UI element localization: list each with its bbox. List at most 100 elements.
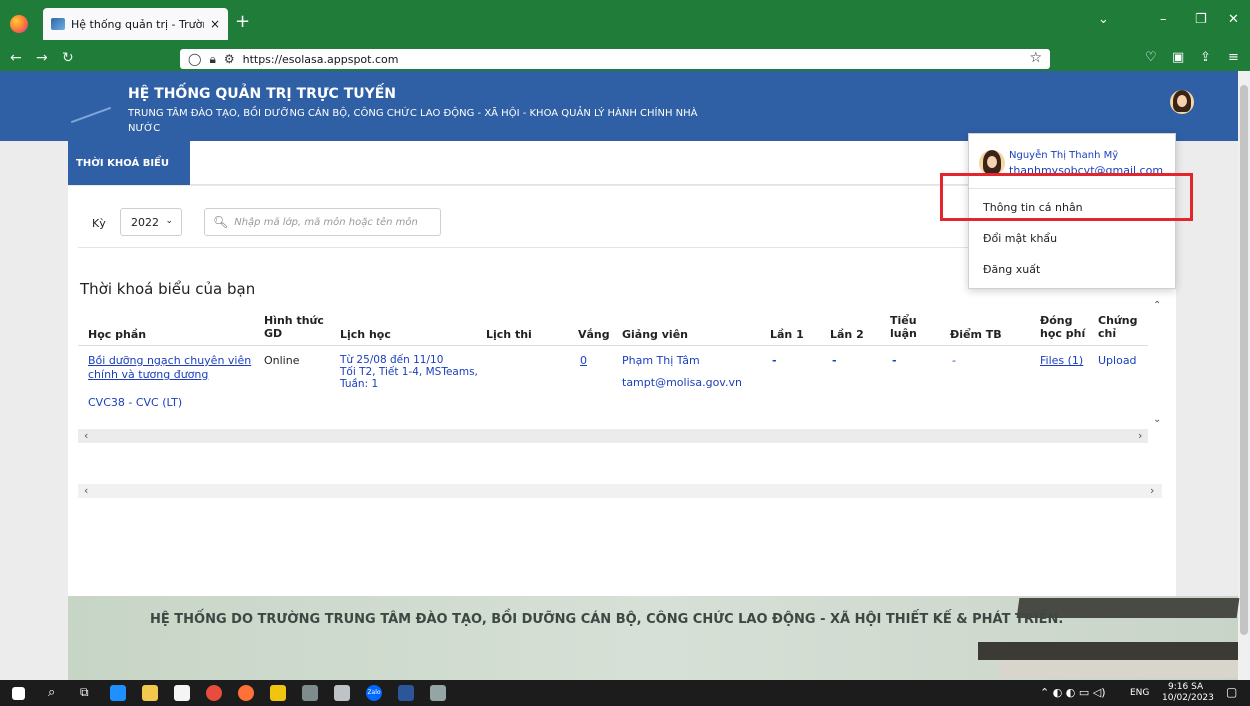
scroll-right-icon[interactable]: › bbox=[1150, 484, 1154, 497]
page-margin-left bbox=[0, 71, 68, 680]
paint-icon[interactable] bbox=[270, 685, 286, 701]
close-window-button[interactable]: ✕ bbox=[1228, 12, 1239, 27]
cell-lan1: - bbox=[772, 354, 777, 367]
notification-icon[interactable]: ▢ bbox=[1226, 685, 1237, 699]
tab-close-icon[interactable]: × bbox=[210, 17, 220, 31]
menu-item-change-password[interactable]: Đổi mật khẩu bbox=[983, 232, 1057, 245]
site-favicon-icon bbox=[51, 18, 65, 30]
task-view-icon[interactable]: ⧉ bbox=[80, 685, 89, 700]
back-icon[interactable]: ← bbox=[10, 50, 22, 66]
page-horizontal-scrollbar[interactable]: ‹ › bbox=[78, 484, 1162, 498]
extension-icon[interactable]: ▣ bbox=[1172, 50, 1184, 65]
th-lich-thi: Lịch thi bbox=[486, 328, 532, 341]
th-hinh-thuc-line1: Hình thức bbox=[264, 314, 324, 327]
shield-icon[interactable]: ◯ bbox=[188, 52, 201, 66]
th-hinh-thuc: Hình thức GD bbox=[264, 314, 324, 340]
language-indicator[interactable]: ENG bbox=[1130, 688, 1149, 698]
file-explorer-icon[interactable] bbox=[142, 685, 158, 701]
th-lan2: Lần 2 bbox=[830, 328, 864, 341]
new-tab-button[interactable]: + bbox=[235, 11, 250, 32]
search-placeholder: Nhập mã lớp, mã môn hoặc tên môn bbox=[234, 216, 418, 228]
th-chung-chi-line2: chỉ bbox=[1098, 327, 1117, 340]
browser-tab[interactable]: Hệ thống quản trị - Trường Đào × bbox=[43, 8, 228, 40]
scroll-down-icon[interactable]: ⌄ bbox=[1153, 414, 1161, 425]
word-icon[interactable] bbox=[398, 685, 414, 701]
search-icon[interactable]: ⌕ bbox=[48, 685, 55, 700]
books-image bbox=[948, 598, 1240, 678]
th-hoc-phan: Học phần bbox=[88, 328, 147, 341]
menu-icon[interactable]: ≡ bbox=[1228, 50, 1239, 65]
course-name-line2[interactable]: chính và tương đương bbox=[88, 368, 251, 382]
table-horizontal-scrollbar[interactable]: ‹ › bbox=[78, 429, 1148, 443]
th-dong-hoc-phi: Đóng học phí bbox=[1040, 314, 1085, 340]
ky-value: 2022 bbox=[131, 215, 159, 229]
reload-icon[interactable]: ↻ bbox=[62, 50, 74, 66]
minimize-button[interactable]: – bbox=[1160, 12, 1167, 27]
firefox-taskbar-icon[interactable] bbox=[238, 685, 254, 701]
paint-brush-icon[interactable] bbox=[430, 685, 446, 701]
cell-tieu-luan: - bbox=[892, 354, 897, 367]
files-link[interactable]: Files (1) bbox=[1040, 354, 1083, 368]
url-bar[interactable]: ◯ 🔒︎ ⚙ https://esolasa.appspot.com ☆ bbox=[180, 49, 1050, 69]
th-tieu-luan-line1: Tiểu bbox=[890, 314, 917, 327]
calculator-icon[interactable] bbox=[302, 685, 318, 701]
course-name-link[interactable]: Bồi dưỡng ngạch chuyên viên chính và tươ… bbox=[88, 354, 251, 382]
store-icon[interactable] bbox=[174, 685, 190, 701]
lich-hoc-line2: Tối T2, Tiết 1-4, MSTeams, bbox=[340, 366, 478, 378]
th-diem-tb: Điểm TB bbox=[950, 328, 1002, 341]
app-icon[interactable] bbox=[334, 685, 350, 701]
share-icon[interactable]: ⇪ bbox=[1200, 50, 1211, 65]
edge-icon[interactable] bbox=[110, 685, 126, 701]
lock-icon[interactable]: 🔒︎ bbox=[209, 52, 215, 67]
ky-select[interactable]: 2022 ⌄ bbox=[120, 208, 182, 236]
highlight-box bbox=[940, 173, 1193, 221]
search-icon: 🔍︎ bbox=[213, 215, 229, 229]
th-vang: Vắng bbox=[578, 328, 610, 341]
scroll-right-icon[interactable]: › bbox=[1138, 429, 1142, 442]
absence-link[interactable]: 0 bbox=[580, 354, 587, 368]
site-footer: HỆ THỐNG DO TRƯỜNG TRUNG TÂM ĐÀO TẠO, BỒ… bbox=[68, 596, 1240, 680]
cell-lan2: - bbox=[832, 354, 837, 367]
clock-time[interactable]: 9:16 SA bbox=[1168, 682, 1203, 692]
th-tieu-luan: Tiểu luận bbox=[890, 314, 917, 340]
user-avatar[interactable] bbox=[1170, 90, 1194, 114]
th-dong-hoc-phi-line2: học phí bbox=[1040, 327, 1086, 340]
lich-hoc-line3: Tuần: 1 bbox=[340, 378, 379, 390]
permissions-icon[interactable]: ⚙ bbox=[224, 52, 235, 66]
scroll-left-icon[interactable]: ‹ bbox=[84, 484, 88, 497]
search-input[interactable]: 🔍︎ Nhập mã lớp, mã môn hoặc tên môn bbox=[204, 208, 441, 236]
menu-item-logout[interactable]: Đăng xuất bbox=[983, 263, 1040, 276]
pocket-icon[interactable]: ♡ bbox=[1145, 50, 1157, 65]
url-text[interactable]: https://esolasa.appspot.com bbox=[243, 53, 399, 66]
bookmark-star-icon[interactable]: ☆ bbox=[1029, 50, 1042, 66]
section-title: Thời khoá biểu của bạn bbox=[80, 280, 256, 298]
clock-date[interactable]: 10/02/2023 bbox=[1162, 693, 1214, 703]
zalo-icon[interactable]: Zalo bbox=[366, 685, 382, 701]
site-logo[interactable] bbox=[70, 96, 112, 124]
browser-tab-bar: Hệ thống quản trị - Trường Đào × + ⌄ – ❐… bbox=[0, 0, 1250, 47]
upload-link[interactable]: Upload bbox=[1098, 354, 1137, 368]
scroll-up-icon[interactable]: ⌃ bbox=[1153, 300, 1161, 311]
tab-list-icon[interactable]: ⌄ bbox=[1098, 12, 1109, 27]
th-tieu-luan-line2: luận bbox=[890, 327, 917, 340]
lecturer-email: tampt@molisa.gov.vn bbox=[622, 376, 742, 389]
tray-icons[interactable]: ⌃ ◐ ◐ ▭ ◁) bbox=[1040, 686, 1106, 699]
page-scrollbar[interactable] bbox=[1238, 71, 1250, 680]
ky-label: Kỳ bbox=[92, 217, 106, 230]
menu-item-thoi-khoa-bieu[interactable]: THỜI KHOÁ BIỂU bbox=[68, 141, 190, 185]
windows-start-icon[interactable] bbox=[12, 687, 25, 700]
scrollbar-thumb[interactable] bbox=[1240, 85, 1248, 635]
scroll-left-icon[interactable]: ‹ bbox=[84, 429, 88, 442]
th-chung-chi-line1: Chứng bbox=[1098, 314, 1138, 327]
th-chung-chi: Chứng chỉ bbox=[1098, 314, 1137, 340]
maximize-button[interactable]: ❐ bbox=[1195, 12, 1207, 27]
th-giang-vien: Giảng viên bbox=[622, 328, 688, 341]
cell-giang-vien: Phạm Thị Tâm bbox=[622, 354, 700, 367]
chrome-icon[interactable] bbox=[206, 685, 222, 701]
course-name-line1[interactable]: Bồi dưỡng ngạch chuyên viên bbox=[88, 354, 251, 368]
table-vertical-scrollbar[interactable]: ⌃ ⌄ bbox=[1151, 300, 1163, 430]
th-hinh-thuc-line2: GD bbox=[264, 327, 283, 340]
forward-icon[interactable]: → bbox=[36, 50, 48, 66]
th-dong-hoc-phi-line1: Đóng bbox=[1040, 314, 1073, 327]
firefox-icon[interactable] bbox=[10, 15, 28, 33]
